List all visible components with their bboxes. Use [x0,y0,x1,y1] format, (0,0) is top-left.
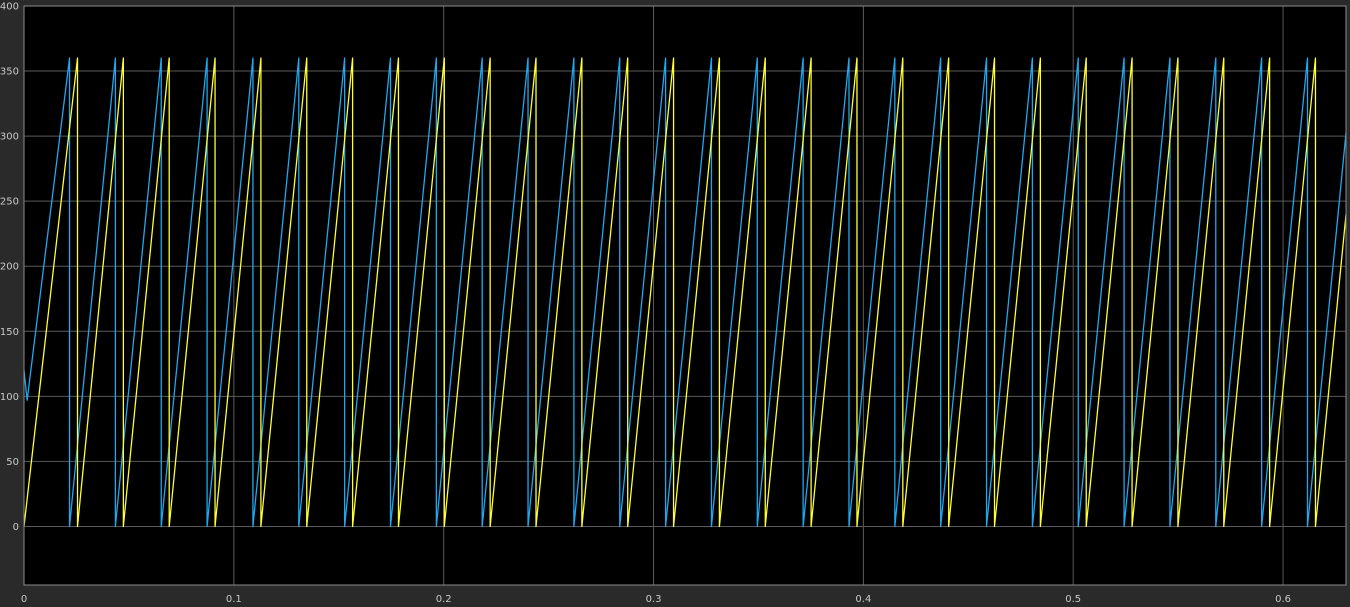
plot-area [24,6,1346,585]
y-tick-label: 200 [0,262,19,273]
x-tick-label: 0 [21,594,27,605]
y-tick-label: 100 [0,392,19,403]
y-tick-label: 50 [6,457,19,468]
x-tick-label: 0.1 [226,594,242,605]
x-tick-label: 0.3 [646,594,662,605]
y-tick-label: 400 [0,2,19,13]
x-tick-label: 0.2 [436,594,452,605]
y-tick-label: 150 [0,327,19,338]
y-tick-label: 350 [0,67,19,78]
chart-svg: 0 0.1 0.2 0.3 0.4 0.5 0.6 0 50 100 150 200 250 300 35… [0,2,1347,605]
y-tick-label: 0 [13,522,19,533]
scope-plot: 0 0.1 0.2 0.3 0.4 0.5 0.6 0 50 100 150 200 250 300 35… [0,0,1350,607]
x-tick-label: 0.6 [1275,594,1291,605]
y-tick-label: 250 [0,197,19,208]
x-axis: 0 0.1 0.2 0.3 0.4 0.5 0.6 [21,594,1291,605]
x-tick-label: 0.5 [1065,594,1081,605]
y-axis: 0 50 100 150 200 250 300 350 400 [0,2,19,533]
x-tick-label: 0.4 [855,594,871,605]
y-tick-label: 300 [0,132,19,143]
